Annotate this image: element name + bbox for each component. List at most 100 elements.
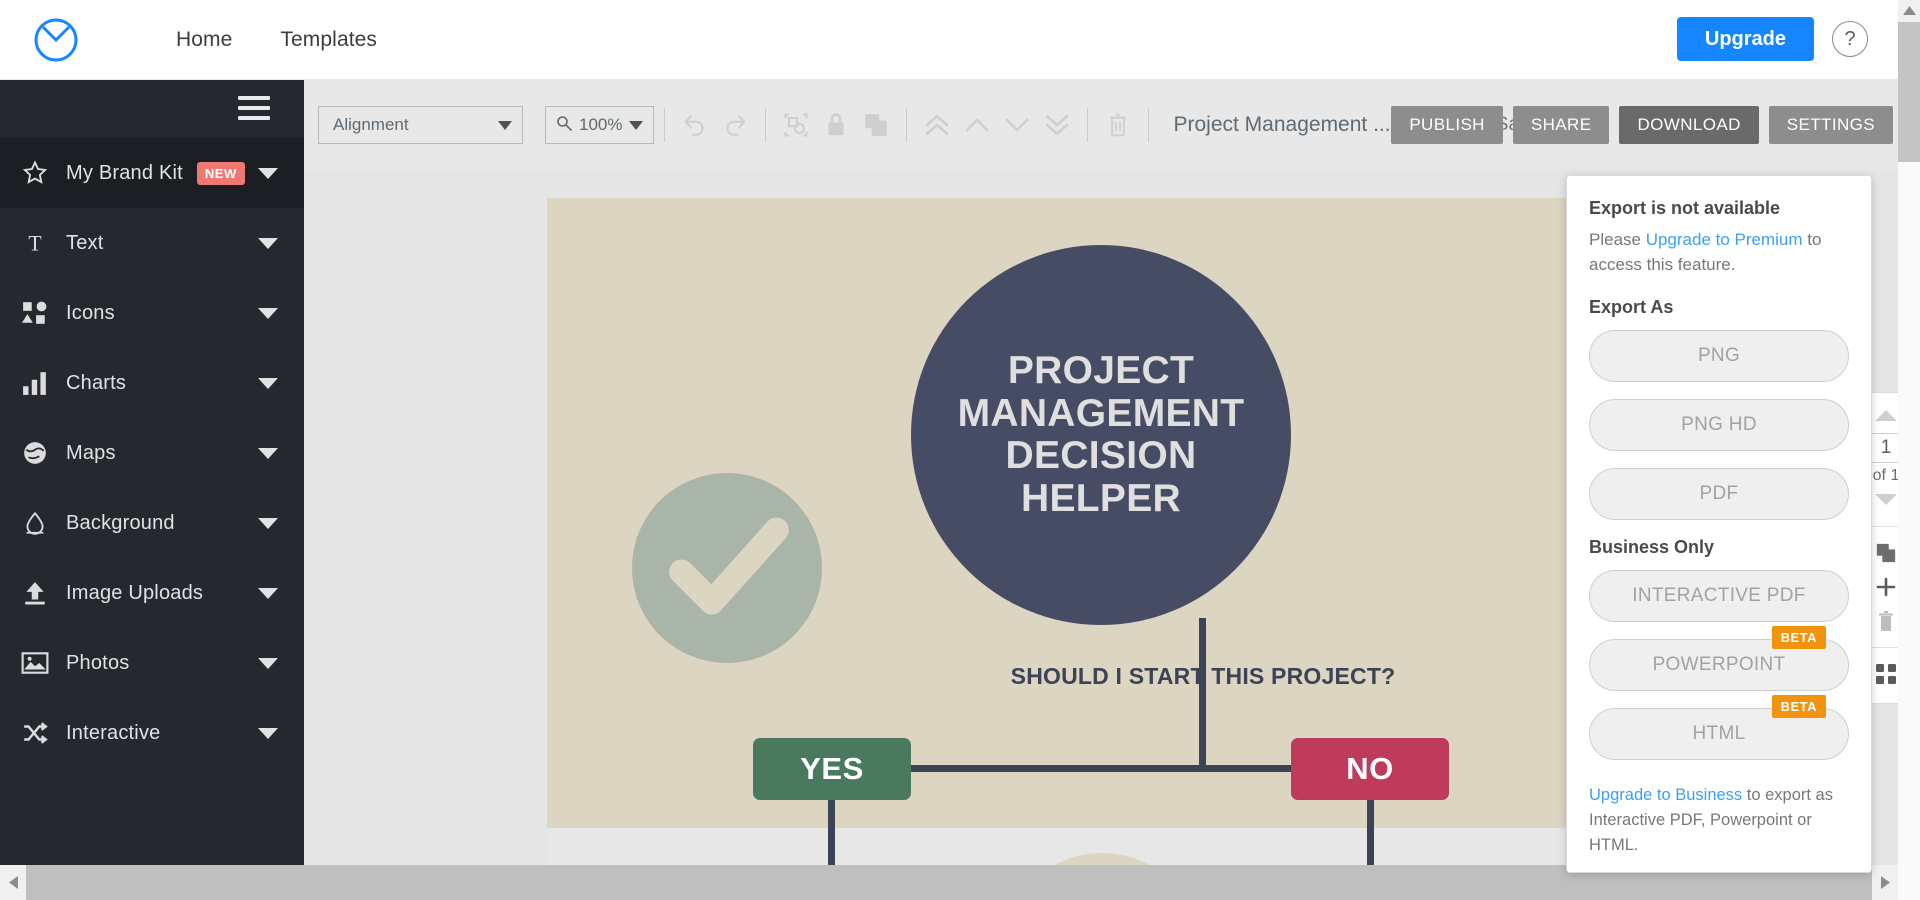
chevron-down-icon[interactable]	[258, 377, 278, 389]
top-nav-links: Home Templates	[176, 28, 377, 52]
sidebar-label: Interactive	[66, 721, 161, 744]
lock-icon[interactable]	[816, 105, 856, 145]
chevron-down-icon[interactable]	[258, 727, 278, 739]
sidebar-label: Image Uploads	[66, 581, 204, 604]
send-backward-icon[interactable]	[997, 105, 1037, 145]
check-icon[interactable]	[632, 473, 822, 663]
page-count-label: of 1	[1872, 467, 1900, 484]
shuffle-icon	[16, 716, 54, 750]
nav-home[interactable]: Home	[176, 28, 232, 52]
globe-icon	[16, 436, 54, 470]
sidebar-item-my-brand-kit[interactable]: My Brand Kit NEW	[0, 138, 304, 208]
sidebar-item-photos[interactable]: Photos	[0, 628, 304, 698]
connector-yes-down	[828, 800, 835, 865]
horizontal-scroll-thumb[interactable]	[26, 865, 696, 900]
sidebar-item-charts[interactable]: Charts	[0, 348, 304, 418]
export-as-heading: Export As	[1589, 297, 1674, 318]
chevron-up-icon[interactable]	[1873, 408, 1899, 428]
chevron-down-icon[interactable]	[258, 587, 278, 599]
sidebar-item-image-uploads[interactable]: Image Uploads	[0, 558, 304, 628]
undo-icon[interactable]	[675, 105, 715, 145]
export-pdf-button[interactable]: PDF	[1589, 468, 1849, 521]
sidebar-label: Text	[66, 231, 104, 254]
chevron-down-icon[interactable]	[258, 237, 278, 249]
upload-icon	[16, 576, 54, 610]
zoom-select[interactable]: 100%	[545, 106, 655, 144]
chevron-down-icon[interactable]	[258, 657, 278, 669]
magnifier-icon	[556, 115, 572, 136]
toolbar-action-buttons: PUBLISH SHARE DOWNLOAD SETTINGS	[1391, 106, 1893, 144]
help-icon[interactable]: ?	[1832, 21, 1868, 57]
chevron-down-icon[interactable]	[258, 517, 278, 529]
beta-badge: BETA	[1771, 695, 1826, 719]
sidebar-label: Maps	[66, 441, 116, 464]
vertical-scrollbar[interactable]	[1898, 0, 1920, 900]
sidebar-label: My Brand Kit	[66, 161, 183, 184]
group-icon[interactable]	[776, 105, 816, 145]
trash-icon[interactable]	[1098, 105, 1138, 145]
scroll-left-icon[interactable]	[0, 875, 26, 890]
sidebar-item-icons[interactable]: Icons	[0, 278, 304, 348]
sidebar-label: Photos	[66, 651, 130, 674]
center-node-text: PROJECT MANAGEMENT DECISION HELPER	[957, 349, 1245, 520]
sidebar-header	[0, 80, 304, 138]
svg-text:T: T	[28, 232, 41, 256]
chevron-down-icon	[498, 120, 512, 130]
sidebar-item-text[interactable]: T Text	[0, 208, 304, 278]
sidebar-item-interactive[interactable]: Interactive	[0, 698, 304, 768]
hamburger-menu-icon[interactable]	[238, 96, 270, 120]
zoom-level-value: 100%	[579, 115, 623, 134]
center-node[interactable]: PROJECT MANAGEMENT DECISION HELPER	[911, 245, 1291, 625]
text-t-icon: T	[16, 226, 54, 260]
left-sidebar: My Brand Kit NEW T Text Icons Charts Map…	[0, 80, 304, 865]
toolbar-divider	[765, 108, 767, 142]
export-popover: Export is not available Please Upgrade t…	[1566, 175, 1872, 873]
export-interactive-pdf-button[interactable]: INTERACTIVE PDF	[1589, 570, 1849, 623]
nav-templates[interactable]: Templates	[280, 28, 377, 52]
document-title[interactable]: Project Management ...	[1173, 113, 1390, 137]
decision-no[interactable]: NO	[1291, 738, 1449, 800]
business-only-heading: Business Only	[1589, 537, 1715, 558]
chevron-down-icon[interactable]	[1873, 492, 1899, 512]
subtitle-prefix: Please	[1589, 230, 1646, 249]
vertical-scroll-track[interactable]	[1898, 162, 1920, 900]
connector-no-down	[1367, 800, 1374, 865]
sidebar-item-background[interactable]: Background	[0, 488, 304, 558]
download-button[interactable]: DOWNLOAD	[1619, 106, 1759, 144]
chevron-down-icon[interactable]	[258, 167, 278, 179]
publish-button[interactable]: PUBLISH	[1391, 106, 1503, 144]
scroll-up-icon[interactable]	[1898, 0, 1920, 20]
export-png-hd-button[interactable]: PNG HD	[1589, 399, 1849, 452]
bring-forward-icon[interactable]	[957, 105, 997, 145]
vertical-scroll-thumb[interactable]	[1898, 22, 1920, 162]
export-html-button[interactable]: BETA HTML	[1589, 695, 1849, 761]
decision-yes[interactable]: YES	[753, 738, 911, 800]
alignment-select[interactable]: Alignment	[318, 106, 523, 144]
star-icon	[16, 156, 54, 190]
alignment-select-value: Alignment	[333, 115, 409, 134]
settings-button[interactable]: SETTINGS	[1768, 106, 1893, 144]
redo-icon[interactable]	[715, 105, 755, 145]
upgrade-button[interactable]: Upgrade	[1676, 17, 1814, 61]
export-powerpoint-button[interactable]: BETA POWERPOINT	[1589, 626, 1849, 692]
chevron-down-icon[interactable]	[258, 307, 278, 319]
export-popover-footer: Upgrade to Business to export as Interac…	[1589, 783, 1849, 857]
top-navigation-bar: Home Templates Upgrade ?	[0, 0, 1898, 80]
button-label: POWERPOINT	[1652, 654, 1786, 676]
bring-to-front-icon[interactable]	[917, 105, 957, 145]
share-button[interactable]: SHARE	[1512, 106, 1610, 144]
shapes-icon	[16, 296, 54, 330]
sidebar-label: Background	[66, 511, 175, 534]
send-to-back-icon[interactable]	[1037, 105, 1077, 145]
toolbar-divider	[664, 108, 666, 142]
photo-icon	[16, 646, 54, 680]
sidebar-item-maps[interactable]: Maps	[0, 418, 304, 488]
duplicate-icon[interactable]	[856, 105, 896, 145]
export-png-button[interactable]: PNG	[1589, 330, 1849, 383]
venngage-logo-icon[interactable]	[32, 16, 80, 64]
toolbar-divider	[1148, 108, 1150, 142]
upgrade-to-business-link[interactable]: Upgrade to Business	[1589, 786, 1742, 804]
upgrade-to-premium-link[interactable]: Upgrade to Premium	[1646, 230, 1803, 249]
scroll-right-icon[interactable]	[1872, 875, 1898, 890]
chevron-down-icon[interactable]	[258, 447, 278, 459]
